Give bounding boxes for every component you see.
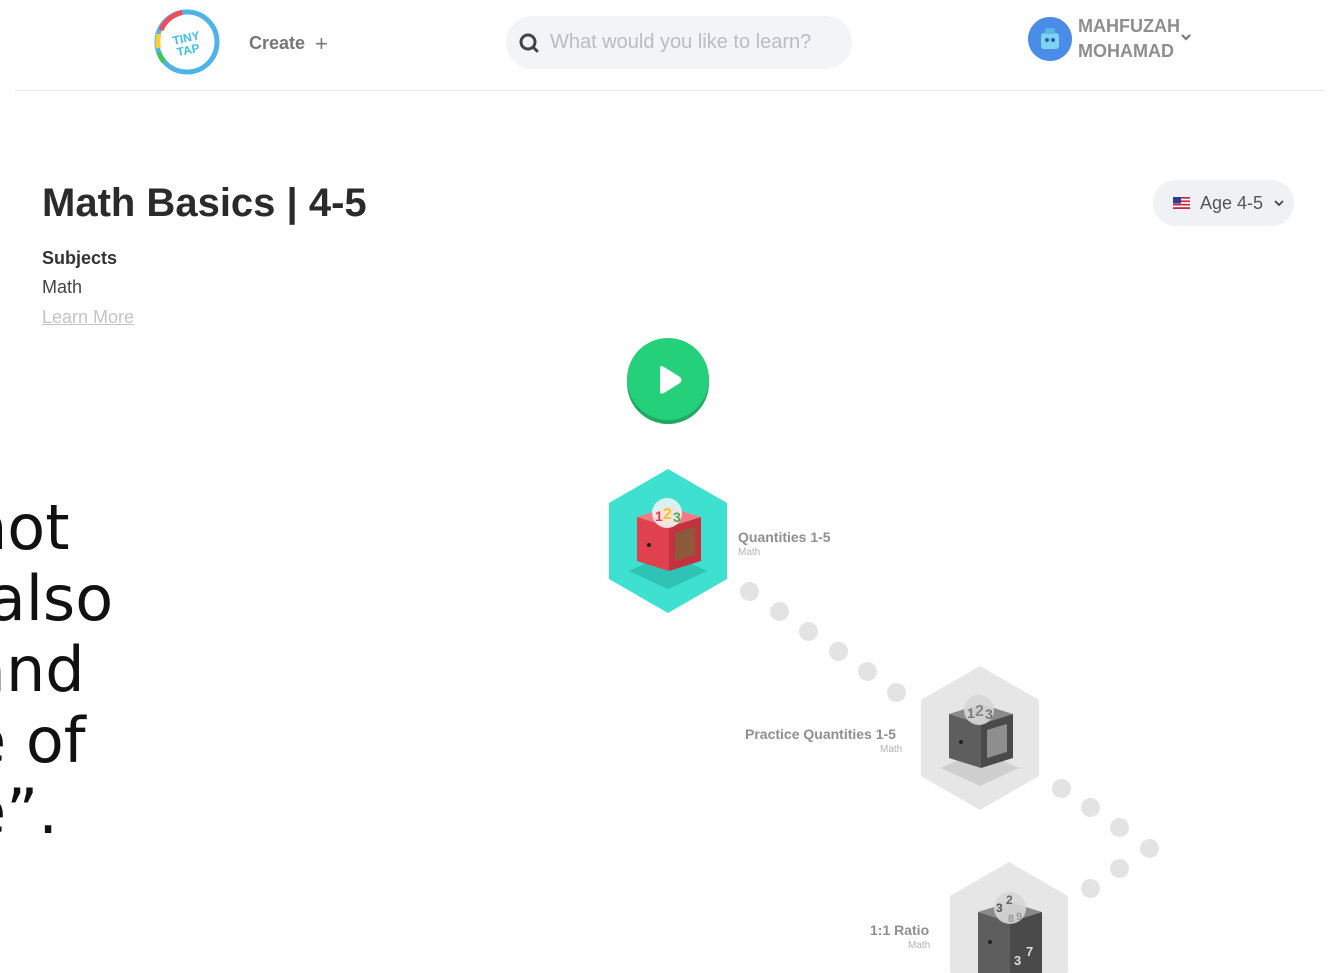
path-dot bbox=[1052, 779, 1071, 798]
create-label: Create bbox=[249, 33, 306, 53]
lesson-subject: Math bbox=[880, 744, 903, 755]
path-dot bbox=[740, 582, 759, 601]
path-dot bbox=[1110, 859, 1129, 878]
lesson-title[interactable]: Quantities 1-5 bbox=[738, 529, 831, 545]
plus-icon: + bbox=[315, 30, 328, 56]
avatar[interactable] bbox=[1028, 17, 1072, 61]
lesson-title[interactable]: 1:1 Ratio bbox=[870, 922, 929, 938]
svg-text:9: 9 bbox=[1016, 911, 1022, 923]
subjects-value: Math bbox=[42, 277, 83, 297]
chevron-down-icon bbox=[1274, 200, 1284, 207]
path-dot bbox=[829, 642, 848, 661]
age-label: Age 4-5 bbox=[1200, 192, 1264, 213]
user-menu[interactable]: MAHFUZAH MOHAMAD bbox=[1028, 14, 1180, 64]
svg-text:8: 8 bbox=[1008, 913, 1014, 925]
path-dot bbox=[1110, 818, 1129, 837]
robot-avatar-icon bbox=[1028, 17, 1072, 61]
subjects-label: Subjects bbox=[42, 248, 118, 268]
lesson-subject: Math bbox=[738, 547, 761, 558]
age-selector[interactable]: Age 4-5 bbox=[1153, 180, 1294, 226]
create-button[interactable]: Create + bbox=[249, 30, 328, 56]
path-dot bbox=[799, 622, 818, 641]
us-flag-icon bbox=[1173, 197, 1190, 209]
learn-more-link[interactable]: Learn More bbox=[42, 307, 134, 328]
svg-text:3: 3 bbox=[985, 706, 993, 722]
user-first-name: MAHFUZAH bbox=[1078, 16, 1180, 36]
path-dot bbox=[1081, 879, 1100, 898]
path-dot bbox=[1140, 839, 1159, 858]
chevron-down-icon[interactable] bbox=[1180, 33, 1192, 43]
path-dot bbox=[770, 602, 789, 621]
path-dot bbox=[887, 683, 906, 702]
svg-text:2: 2 bbox=[1006, 893, 1013, 907]
play-button[interactable] bbox=[626, 337, 710, 425]
user-name: MAHFUZAH MOHAMAD bbox=[1078, 14, 1180, 64]
svg-text:2: 2 bbox=[975, 703, 984, 720]
overlay-slide-text: not also and e of e”. bbox=[0, 491, 114, 848]
lesson-node-quantities[interactable]: 1 2 3 bbox=[607, 467, 729, 615]
lesson-subject: Math bbox=[908, 940, 931, 951]
page-title: Math Basics | 4-5 bbox=[42, 181, 367, 225]
path-dot bbox=[858, 662, 877, 681]
lesson-node-ratio[interactable]: 3 2 8 9 3 7 bbox=[948, 860, 1070, 973]
svg-text:2: 2 bbox=[663, 506, 672, 523]
top-header: TINY TAP Create + MAHFUZAH MOHAMAD bbox=[0, 0, 1329, 92]
search-bar[interactable] bbox=[506, 16, 852, 69]
lesson-node-practice-quantities[interactable]: 1 2 3 bbox=[919, 664, 1041, 812]
svg-text:3: 3 bbox=[1014, 953, 1021, 968]
lesson-title[interactable]: Practice Quantities 1-5 bbox=[745, 726, 896, 742]
path-dot bbox=[1081, 798, 1100, 817]
header-divider bbox=[15, 90, 1325, 91]
svg-text:3: 3 bbox=[673, 509, 681, 525]
svg-text:1: 1 bbox=[967, 705, 975, 721]
svg-text:3: 3 bbox=[996, 901, 1003, 915]
search-input[interactable] bbox=[548, 30, 842, 55]
user-last-name: MOHAMAD bbox=[1078, 41, 1174, 61]
svg-text:7: 7 bbox=[1026, 944, 1033, 959]
svg-text:1: 1 bbox=[655, 508, 663, 524]
tinytap-logo[interactable]: TINY TAP bbox=[152, 6, 222, 78]
search-icon bbox=[519, 33, 539, 52]
